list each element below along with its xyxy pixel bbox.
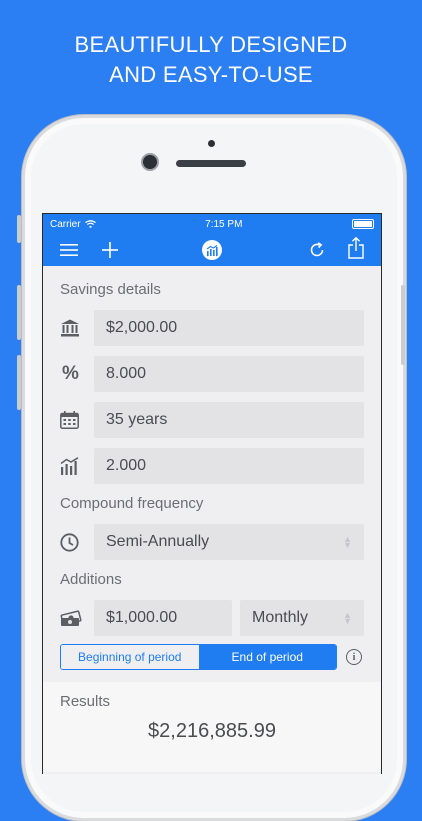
phone-mute-switch (17, 215, 21, 243)
addition-amount-value: $1,000.00 (106, 609, 178, 626)
bank-icon (60, 319, 94, 337)
principal-value: $2,000.00 (106, 319, 178, 336)
promo-headline: BEAUTIFULLY DESIGNED AND EASY-TO-USE (0, 30, 422, 90)
duration-row: 35 years (60, 402, 364, 438)
principal-input[interactable]: $2,000.00 (94, 310, 364, 346)
interest-rate-input[interactable]: 8.000 (94, 356, 364, 392)
phone-speaker (176, 160, 246, 167)
rate-variation-value: 2.000 (106, 457, 147, 474)
navigation-bar (43, 234, 381, 266)
principal-row: $2,000.00 (60, 310, 364, 346)
money-icon (60, 609, 94, 627)
share-icon[interactable] (345, 236, 367, 259)
addition-frequency-value: Monthly (252, 609, 309, 626)
phone-front-camera (141, 153, 159, 171)
app-logo-icon (202, 240, 222, 260)
phone-power-button (401, 285, 405, 365)
compound-frequency-label: Compound frequency (60, 495, 204, 512)
results-label: Results (60, 693, 111, 710)
additions-label: Additions (60, 571, 122, 588)
addition-amount-input[interactable]: $1,000.00 (94, 600, 232, 636)
additions-row: $1,000.00 Monthly ▲ ▼ (60, 600, 364, 636)
phone-volume-up (17, 285, 21, 340)
compound-frequency-select[interactable]: Semi-Annually ▲ ▼ (94, 524, 364, 560)
form-content: Savings details $2,000.00 % 8.000 35 yea… (43, 280, 381, 670)
compound-frequency-row: Semi-Annually ▲ ▼ (60, 524, 364, 560)
rate-variation-row: 2.000 (60, 448, 364, 484)
interest-rate-row: % 8.000 (60, 356, 364, 392)
phone-volume-down (17, 355, 21, 410)
refresh-icon[interactable] (306, 239, 328, 261)
calendar-icon (60, 411, 94, 429)
updown-chevron-icon: ▲ ▼ (343, 534, 352, 550)
add-icon[interactable] (100, 239, 120, 261)
clock-icon (60, 532, 94, 552)
results-value: $2,216,885.99 (148, 720, 276, 742)
segment-beginning-of-period[interactable]: Beginning of period (61, 645, 199, 669)
app-screen: Carrier 7:15 PM Savings details $2,000.0… (42, 213, 382, 774)
phone-sensor (208, 140, 215, 147)
info-icon[interactable]: i (346, 649, 362, 665)
compound-frequency-value: Semi-Annually (106, 533, 210, 550)
addition-frequency-select[interactable]: Monthly ▲ ▼ (240, 600, 364, 636)
timing-row: Beginning of period End of period i (60, 644, 364, 670)
updown-chevron-icon: ▲ ▼ (343, 610, 352, 626)
segment-end-of-period[interactable]: End of period (198, 645, 336, 669)
growth-chart-icon (60, 457, 94, 475)
headline-line-1: BEAUTIFULLY DESIGNED (74, 32, 348, 57)
headline-line-2: AND EASY-TO-USE (109, 62, 313, 87)
carrier-group: Carrier (50, 219, 96, 230)
menu-icon[interactable] (59, 239, 79, 261)
duration-input[interactable]: 35 years (94, 402, 364, 438)
interest-rate-value: 8.000 (106, 365, 147, 382)
carrier-label: Carrier (50, 218, 81, 230)
results-panel: Results $2,216,885.99 (43, 682, 381, 772)
wifi-icon (84, 220, 96, 228)
status-time: 7:15 PM (205, 218, 243, 230)
period-timing-control: Beginning of period End of period (60, 644, 337, 670)
percent-icon: % (62, 363, 79, 384)
battery-icon (352, 219, 374, 229)
status-bar: Carrier 7:15 PM (43, 214, 381, 234)
duration-value: 35 years (106, 411, 168, 428)
rate-variation-input[interactable]: 2.000 (94, 448, 364, 484)
savings-details-label: Savings details (60, 281, 161, 298)
